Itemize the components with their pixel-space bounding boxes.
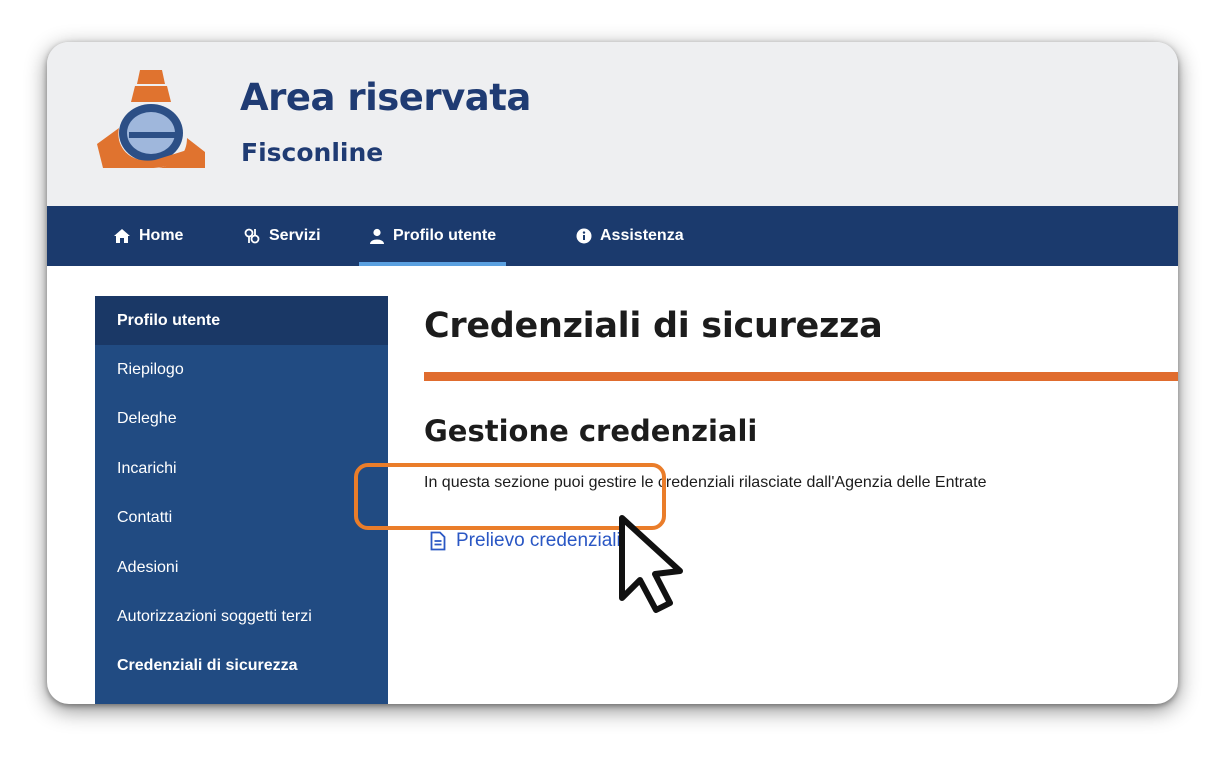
sidebar-item-incarichi[interactable]: Incarichi <box>95 444 388 493</box>
link-label: Prelievo credenziali <box>456 530 621 551</box>
sidebar-item-label: Riepilogo <box>117 361 184 379</box>
home-icon <box>113 228 131 244</box>
browser-window: Area riservata Fisconline Home Servizi P… <box>47 42 1178 704</box>
sidebar-item-label: Contatti <box>117 509 173 527</box>
user-icon <box>369 228 385 244</box>
services-icon <box>243 228 261 244</box>
sidebar-item-deleghe[interactable]: Deleghe <box>95 395 388 444</box>
info-icon <box>576 228 592 244</box>
sidebar-item-contatti[interactable]: Contatti <box>95 494 388 543</box>
nav-assistenza[interactable]: Assistenza <box>576 206 684 266</box>
nav-home-label: Home <box>139 227 184 244</box>
main-navbar: Home Servizi Profilo utente Assistenza <box>47 206 1178 266</box>
prelievo-credenziali-link[interactable]: Prelievo credenziali <box>430 528 647 554</box>
sidebar-item-label: Credenziali di sicurezza <box>117 657 298 675</box>
title-divider <box>424 372 1178 381</box>
sidebar-item-riepilogo[interactable]: Riepilogo <box>95 345 388 394</box>
nav-home[interactable]: Home <box>113 206 183 266</box>
site-header: Area riservata Fisconline <box>47 42 1178 206</box>
mouse-pointer-icon <box>619 515 683 613</box>
document-icon <box>430 531 446 551</box>
sidebar-item-label: Deleghe <box>117 410 177 428</box>
page-title: Credenziali di sicurezza <box>424 306 883 346</box>
app-title: Area riservata <box>240 76 531 119</box>
nav-profilo-utente[interactable]: Profilo utente <box>358 206 507 266</box>
sidebar-header-profilo-utente[interactable]: Profilo utente <box>95 296 388 346</box>
sidebar: Profilo utente Riepilogo Deleghe Incaric… <box>95 296 388 704</box>
sidebar-item-label: Adesioni <box>117 558 179 576</box>
nav-servizi[interactable]: Servizi <box>243 206 321 266</box>
sidebar-item-credenziali-sicurezza[interactable]: Credenziali di sicurezza <box>95 642 388 691</box>
sidebar-item-label: Profilo utente <box>117 311 221 329</box>
sidebar-item-label: Incarichi <box>117 459 177 477</box>
sidebar-item-adesioni[interactable]: Adesioni <box>95 543 388 592</box>
section-title: Gestione credenziali <box>424 414 758 448</box>
agenzia-entrate-logo <box>97 70 205 168</box>
sidebar-item-label: Autorizzazioni soggetti terzi <box>117 608 312 626</box>
sidebar-item-autorizzazioni[interactable]: Autorizzazioni soggetti terzi <box>95 592 388 641</box>
nav-profilo-label: Profilo utente <box>393 227 497 244</box>
nav-servizi-label: Servizi <box>269 227 321 244</box>
app-subtitle: Fisconline <box>241 138 384 167</box>
nav-assistenza-label: Assistenza <box>600 227 684 244</box>
